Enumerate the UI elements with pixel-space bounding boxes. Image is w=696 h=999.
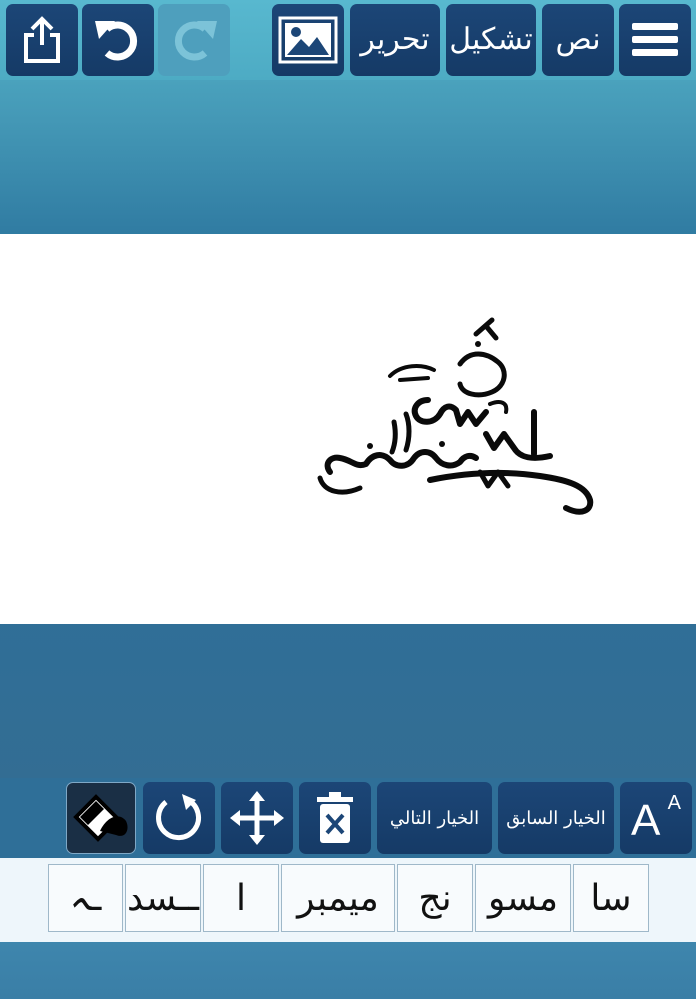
- font-size-icon: A A: [631, 792, 681, 845]
- edit-label: تحرير: [360, 22, 430, 57]
- next-option-label: الخيار التالي: [389, 807, 480, 829]
- text-label: نص: [555, 22, 601, 57]
- segment-item[interactable]: ميمبر: [281, 864, 395, 932]
- undo-button[interactable]: [82, 4, 154, 76]
- font-size-button[interactable]: A A: [620, 782, 692, 854]
- edit-button[interactable]: تحرير: [350, 4, 440, 76]
- segment-item[interactable]: ــسد: [125, 864, 201, 932]
- rotate-icon: [156, 794, 201, 841]
- move-button[interactable]: [221, 782, 293, 854]
- segment-item[interactable]: ـہ: [48, 864, 123, 932]
- rotate-button[interactable]: [143, 782, 215, 854]
- image-icon: [278, 16, 338, 64]
- redo-icon: [174, 21, 217, 61]
- share-icon: [24, 16, 60, 63]
- paint-bucket-icon: [73, 794, 128, 842]
- segment-item[interactable]: مسو: [475, 864, 571, 932]
- calligraphy-artwork[interactable]: [310, 304, 610, 534]
- redo-button[interactable]: [158, 4, 230, 76]
- text-button[interactable]: نص: [542, 4, 614, 76]
- move-arrows-icon: [230, 791, 284, 845]
- segment-item[interactable]: ا: [203, 864, 279, 932]
- word-segments-strip: ـہ ــسد ا ميمبر نج مسو سا: [0, 858, 696, 942]
- undo-icon: [95, 21, 138, 61]
- share-button[interactable]: [6, 4, 78, 76]
- image-button[interactable]: [272, 4, 344, 76]
- menu-button[interactable]: [619, 4, 691, 76]
- prev-option-label: الخيار السابق: [506, 807, 606, 829]
- fill-color-button[interactable]: [66, 782, 136, 854]
- prev-option-button[interactable]: الخيار السابق: [498, 782, 614, 854]
- trash-icon: [317, 792, 353, 843]
- top-toolbar: تحرير تشكيل نص: [0, 0, 696, 80]
- delete-button[interactable]: [299, 782, 371, 854]
- segment-item[interactable]: سا: [573, 864, 649, 932]
- tashkeel-button[interactable]: تشكيل: [446, 4, 536, 76]
- segment-item[interactable]: نج: [397, 864, 473, 932]
- bottom-band: [0, 942, 696, 999]
- next-option-button[interactable]: الخيار التالي: [377, 782, 492, 854]
- action-bar: الخيار التالي الخيار السابق A A: [0, 778, 696, 858]
- design-canvas[interactable]: [0, 234, 696, 624]
- tashkeel-label: تشكيل: [449, 22, 533, 57]
- hamburger-menu-icon: [632, 23, 678, 56]
